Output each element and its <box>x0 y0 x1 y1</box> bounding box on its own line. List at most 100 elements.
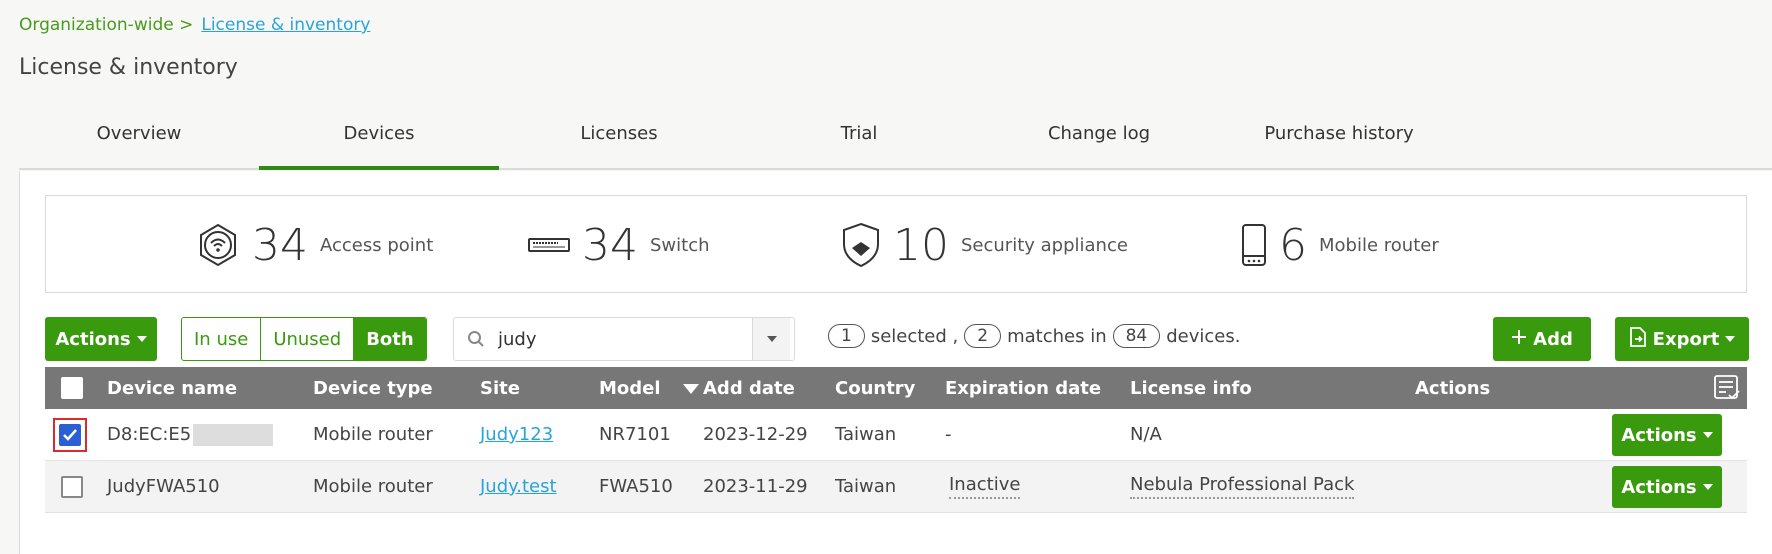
device-name-cell: D8:EC:E5 <box>107 409 274 460</box>
table-row[interactable]: JudyFWA510 Mobile router Judy.test FWA51… <box>45 461 1747 513</box>
row-actions-button[interactable]: Actions <box>1612 414 1722 456</box>
switch-label: Switch <box>650 234 710 256</box>
breadcrumb-parent[interactable]: Organization-wide > <box>19 15 193 35</box>
stat-mobile-router: 6 Mobile router <box>1241 196 1439 294</box>
bulk-actions-label: Actions <box>55 328 131 350</box>
selection-highlight <box>53 417 87 452</box>
device-type: Mobile router <box>313 476 433 497</box>
tab-trial[interactable]: Trial <box>739 110 979 170</box>
license-info: N/A <box>1130 424 1162 445</box>
tab-devices[interactable]: Devices <box>259 110 499 170</box>
security-appliance-count: 10 <box>893 219 949 271</box>
switch-icon <box>528 237 570 253</box>
filter-both[interactable]: Both <box>354 318 426 360</box>
add-date: 2023-11-29 <box>703 476 808 497</box>
row-select-cell <box>53 409 87 460</box>
row-checkbox[interactable] <box>61 475 83 498</box>
switch-count: 34 <box>582 219 638 271</box>
access-point-count: 34 <box>252 219 308 271</box>
select-all-cell <box>61 367 83 409</box>
row-actions-label: Actions <box>1621 424 1697 446</box>
chevron-down-icon <box>1725 336 1736 342</box>
row-checkbox[interactable] <box>59 423 81 446</box>
column-country[interactable]: Country <box>835 367 915 409</box>
column-device-type[interactable]: Device type <box>313 367 433 409</box>
bulk-actions-button[interactable]: Actions <box>45 317 157 361</box>
add-button[interactable]: Add <box>1493 317 1591 361</box>
table-header: Device name Device type Site Model Add d… <box>45 367 1747 409</box>
expiration-date-cell: Inactive <box>949 461 1021 512</box>
row-select-cell <box>61 461 83 512</box>
chevron-down-icon <box>136 336 147 342</box>
chevron-down-icon <box>766 336 777 342</box>
column-add-date[interactable]: Add date <box>703 367 795 409</box>
device-type: Mobile router <box>313 424 433 445</box>
filter-in-use[interactable]: In use <box>182 318 262 360</box>
stat-security-appliance: 10 Security appliance <box>841 196 1128 294</box>
selected-text: selected , <box>870 325 959 347</box>
total-count: 84 <box>1112 324 1161 348</box>
tab-licenses[interactable]: Licenses <box>499 110 739 170</box>
column-license-info[interactable]: License info <box>1130 367 1252 409</box>
search-icon <box>454 330 498 348</box>
stat-switch: 34 Switch <box>528 196 710 294</box>
select-all-checkbox[interactable] <box>61 377 83 399</box>
security-appliance-icon <box>841 222 881 268</box>
redacted-mask <box>193 423 274 446</box>
devices-text: devices. <box>1166 325 1241 347</box>
mobile-router-count: 6 <box>1279 219 1307 271</box>
mobile-router-icon <box>1241 223 1267 267</box>
checkmark-icon <box>63 428 77 441</box>
tab-purchase-history[interactable]: Purchase history <box>1219 110 1459 170</box>
device-name: JudyFWA510 <box>107 476 220 497</box>
breadcrumb-current[interactable]: License & inventory <box>201 15 370 35</box>
table-row[interactable]: D8:EC:E5 Mobile router Judy123 NR7101 20… <box>45 409 1747 461</box>
row-actions-button[interactable]: Actions <box>1612 466 1722 508</box>
column-expiration-date[interactable]: Expiration date <box>945 367 1101 409</box>
export-button[interactable]: Export <box>1615 317 1749 361</box>
column-model[interactable]: Model <box>599 367 699 409</box>
selected-count: 1 <box>828 324 865 348</box>
device-summary: 34 Access point 34 Switch 10 Security ap… <box>45 195 1747 293</box>
expiration-date: - <box>945 424 952 445</box>
column-device-name[interactable]: Device name <box>107 367 237 409</box>
stat-access-point: 34 Access point <box>196 196 433 294</box>
matches-text: matches in <box>1007 325 1107 347</box>
chevron-down-icon <box>1702 432 1713 438</box>
country: Taiwan <box>835 476 897 497</box>
filter-unused[interactable]: Unused <box>261 318 355 360</box>
add-label: Add <box>1533 328 1573 350</box>
devices-panel: 34 Access point 34 Switch 10 Security ap… <box>19 171 1772 554</box>
access-point-label: Access point <box>320 234 434 256</box>
license-info-cell: Nebula Professional Pack <box>1130 461 1355 512</box>
site-link[interactable]: Judy.test <box>480 461 557 512</box>
tab-overview[interactable]: Overview <box>19 110 259 170</box>
column-site[interactable]: Site <box>480 367 520 409</box>
export-label: Export <box>1652 328 1720 350</box>
breadcrumb: Organization-wide > License & inventory <box>19 15 370 35</box>
row-actions-label: Actions <box>1621 476 1697 498</box>
access-point-icon <box>196 223 240 267</box>
column-settings-icon[interactable] <box>1713 367 1741 409</box>
plus-icon <box>1511 329 1527 350</box>
model: NR7101 <box>599 424 671 445</box>
country: Taiwan <box>835 424 897 445</box>
page-title: License & inventory <box>19 55 238 80</box>
tab-change-log[interactable]: Change log <box>979 110 1219 170</box>
tab-bar: Overview Devices Licenses Trial Change l… <box>19 110 1772 170</box>
column-model-label: Model <box>599 377 661 399</box>
sort-desc-icon <box>682 378 699 399</box>
search-box <box>453 317 795 361</box>
chevron-down-icon <box>1702 484 1713 490</box>
search-dropdown-button[interactable] <box>752 318 790 360</box>
expiration-date[interactable]: Inactive <box>949 474 1021 499</box>
site-link[interactable]: Judy123 <box>480 409 553 460</box>
match-count: 2 <box>964 324 1002 348</box>
device-name: D8:EC:E5 <box>107 424 192 445</box>
export-icon <box>1629 326 1647 352</box>
usage-filter: In use Unused Both <box>181 317 427 361</box>
search-input[interactable] <box>498 328 752 350</box>
security-appliance-label: Security appliance <box>961 234 1128 256</box>
add-date: 2023-12-29 <box>703 424 808 445</box>
license-info[interactable]: Nebula Professional Pack <box>1130 474 1355 499</box>
